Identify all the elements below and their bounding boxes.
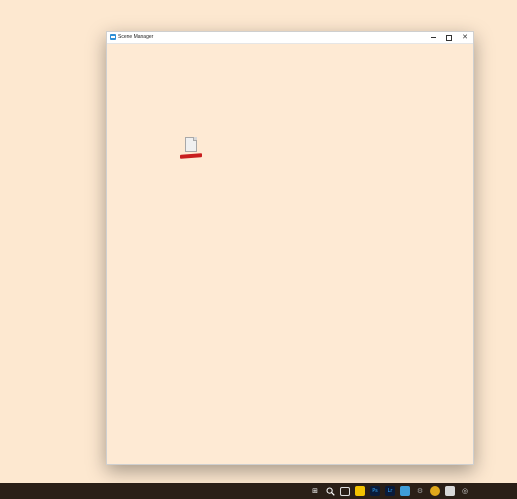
player-icon[interactable]: ◎ (460, 486, 470, 496)
start-icon[interactable]: ⊞ (310, 486, 320, 496)
minimize-icon (430, 37, 436, 38)
file-explorer-icon[interactable] (355, 486, 365, 496)
document-item[interactable] (180, 124, 204, 160)
document-label-redacted (180, 153, 202, 159)
chrome-icon[interactable] (430, 486, 440, 496)
search-icon[interactable] (325, 486, 335, 496)
photoshop-icon[interactable]: Ps (370, 486, 380, 496)
window-title: Scene Manager (118, 34, 154, 40)
maximize-icon (446, 34, 452, 41)
scene-manager-window[interactable]: Scene Manager ✕ (106, 31, 474, 465)
media-icon[interactable] (445, 486, 455, 496)
taskbar: ⊞ Ps Lr ⚙ ◎ (0, 483, 517, 499)
maximize-button[interactable] (441, 32, 457, 43)
app-icon (110, 34, 116, 40)
document-icon (185, 137, 197, 152)
lightroom-icon[interactable]: Lr (385, 486, 395, 496)
task-view-icon[interactable] (340, 487, 350, 496)
close-button[interactable]: ✕ (457, 32, 473, 43)
app-icon[interactable] (400, 486, 410, 496)
settings-icon[interactable]: ⚙ (415, 486, 425, 496)
title-bar[interactable]: Scene Manager ✕ (107, 32, 473, 44)
content-area (107, 44, 473, 464)
minimize-button[interactable] (425, 32, 441, 43)
